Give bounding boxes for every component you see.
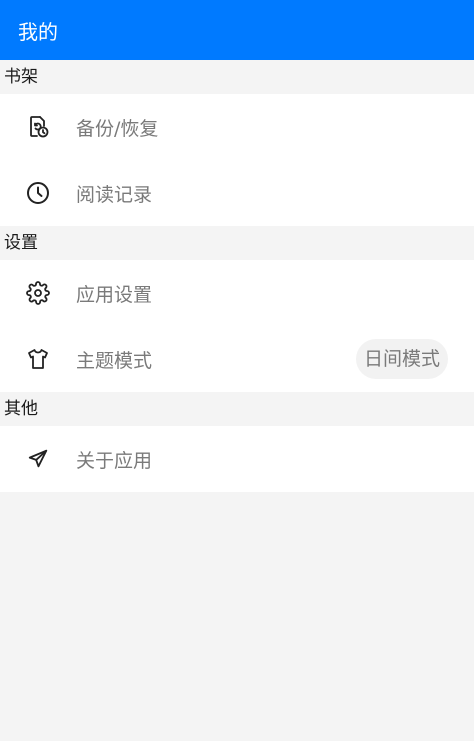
menu-item-label: 应用设置 (76, 283, 153, 306)
gear-icon (26, 281, 50, 305)
page-title: 我的 (18, 19, 58, 44)
menu-item-label: 关于应用 (76, 449, 153, 472)
section-header-other: 其他 (0, 392, 474, 426)
menu-item-label: 阅读记录 (76, 183, 153, 206)
menu-item-app-settings[interactable]: 应用设置 (0, 260, 474, 326)
menu-item-reading-history[interactable]: 阅读记录 (0, 160, 474, 226)
paper-plane-icon (26, 447, 50, 471)
backup-restore-icon (26, 115, 50, 139)
section-header-settings: 设置 (0, 226, 474, 260)
theme-mode-value-chip[interactable]: 日间模式 (355, 339, 448, 379)
section-header-bookshelf: 书架 (0, 60, 474, 94)
app-screen: 我的 书架 备份/恢复 阅读记录 设置 应用设置 主题模式 日间模式 其他 关于… (0, 0, 474, 741)
clock-icon (26, 181, 50, 205)
menu-item-about-app[interactable]: 关于应用 (0, 426, 474, 492)
menu-item-backup-restore[interactable]: 备份/恢复 (0, 94, 474, 160)
section-other: 关于应用 (0, 426, 474, 492)
menu-item-theme-mode[interactable]: 主题模式 日间模式 (0, 326, 474, 392)
menu-item-label: 主题模式 (76, 349, 153, 372)
menu-item-label: 备份/恢复 (76, 117, 159, 140)
tshirt-icon (26, 347, 50, 371)
top-app-bar: 我的 (0, 0, 474, 60)
section-settings: 应用设置 主题模式 日间模式 (0, 260, 474, 392)
section-bookshelf: 备份/恢复 阅读记录 (0, 94, 474, 226)
